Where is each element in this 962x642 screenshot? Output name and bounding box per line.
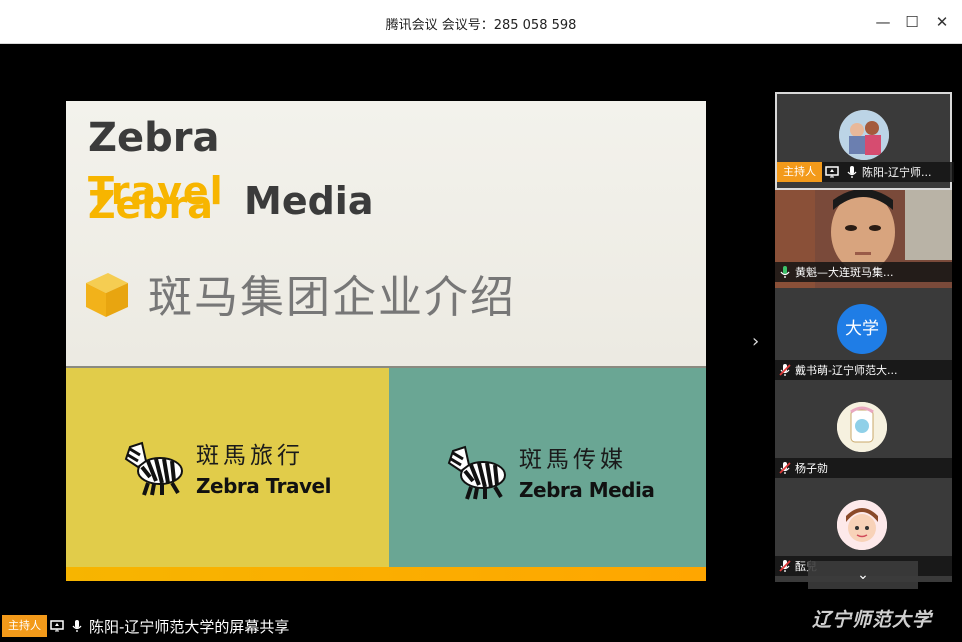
sharer-name: 陈阳-辽宁师范大学的屏幕共享	[89, 617, 290, 636]
close-icon[interactable]: ✕	[931, 11, 953, 33]
participant-name: 陈阳-辽宁师...	[862, 166, 932, 179]
watermark-text: 辽宁师范大学	[812, 609, 933, 631]
microphone-muted-icon	[779, 462, 791, 474]
participant-name: 杨子勍	[795, 462, 828, 475]
microphone-icon	[847, 166, 857, 178]
media-panel: 斑馬传媒 Zebra Media	[389, 368, 706, 567]
screen-share-label: 主持人 陈阳-辽宁师范大学的屏幕共享	[2, 614, 289, 638]
participant-tile[interactable]: 黄魁—大连斑马集...	[775, 189, 952, 288]
participant-namebar: 黄魁—大连斑马集...	[775, 262, 952, 282]
participant-namebar: 杨子勍	[775, 458, 952, 478]
zebra-travel-brand: 斑馬旅行 Zebra Travel	[122, 436, 331, 498]
chevron-down-icon[interactable]: ⌄	[808, 561, 918, 589]
participant-tile[interactable]: 杨子勍	[775, 386, 952, 484]
participant-list: 主持人 陈阳-辽宁师... 黄魁—大连斑马集... 大学 戴书萌-辽宁师范大..…	[775, 92, 954, 592]
shared-screen: Zebra Travel Zebra Media 斑马集团企业介绍 斑馬旅行 Z…	[66, 101, 706, 581]
logo-word-zebra-2: Zebra	[88, 183, 213, 227]
participant-namebar: 戴书萌-辽宁师范大...	[775, 360, 952, 380]
participant-name: 黄魁—大连斑马集...	[795, 266, 894, 279]
participant-namebar: 主持人 陈阳-辽宁师...	[777, 162, 954, 182]
maximize-icon[interactable]: ☐	[901, 11, 923, 33]
chevron-right-icon[interactable]: ›	[752, 331, 772, 352]
avatar	[839, 110, 889, 160]
logo-word-zebra: Zebra	[88, 115, 220, 161]
microphone-muted-icon	[779, 364, 791, 376]
travel-brand-chinese: 斑馬旅行	[196, 443, 304, 469]
participant-name: 戴书萌-辽宁师范大...	[795, 364, 898, 377]
zebra-media-brand: 斑馬传媒 Zebra Media	[445, 440, 655, 502]
screen-share-icon	[50, 620, 64, 632]
microphone-icon	[72, 620, 82, 632]
participant-tile[interactable]: 大学 戴书萌-辽宁师范大...	[775, 288, 952, 386]
travel-brand-english: Zebra Travel	[196, 474, 331, 498]
microphone-active-icon	[780, 266, 790, 278]
avatar	[837, 500, 887, 550]
media-brand-english: Zebra Media	[519, 478, 655, 502]
cube-icon	[86, 273, 128, 317]
host-badge: 主持人	[2, 615, 47, 637]
zebra-logo-icon	[124, 441, 183, 496]
avatar: 大学	[837, 304, 887, 354]
slide-headline: 斑马集团企业介绍	[148, 272, 516, 323]
participant-tile[interactable]: 主持人 陈阳-辽宁师...	[775, 92, 954, 190]
title-bar: 腾讯会议 会议号：285 058 598 — ☐ ✕	[0, 0, 962, 44]
microphone-muted-icon	[779, 560, 791, 572]
travel-panel: 斑馬旅行 Zebra Travel	[66, 368, 389, 567]
logo-word-media: Media	[244, 179, 374, 223]
slide-footer-bar	[66, 567, 706, 581]
window-title: 腾讯会议 会议号：285 058 598	[385, 18, 577, 33]
screen-share-icon	[825, 166, 839, 178]
minimize-icon[interactable]: —	[872, 11, 894, 33]
zebra-logo-icon	[447, 445, 506, 500]
avatar	[837, 402, 887, 452]
media-brand-chinese: 斑馬传媒	[519, 447, 627, 473]
host-badge: 主持人	[777, 162, 822, 182]
